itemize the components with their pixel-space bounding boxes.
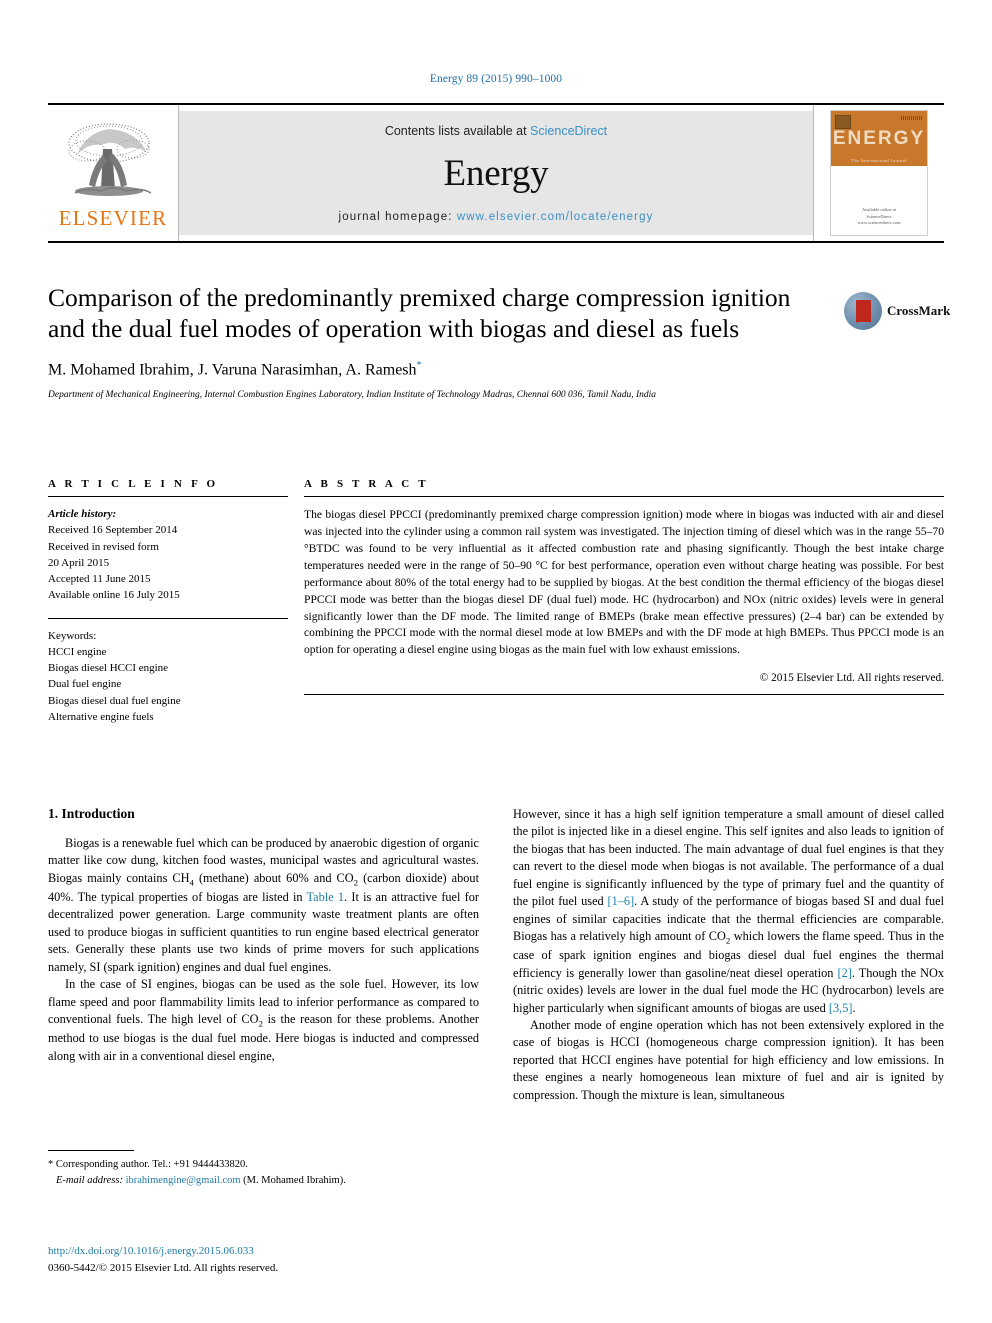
homepage-prefix: journal homepage: [338, 210, 457, 223]
citation-link[interactable]: [1–6] [608, 894, 635, 908]
affiliation: Department of Mechanical Engineering, In… [48, 389, 657, 400]
abstract-copyright: © 2015 Elsevier Ltd. All rights reserved… [759, 672, 944, 685]
cover-footer: Available online at ScienceDirect www.sc… [831, 207, 927, 227]
journal-cover-thumbnail: ENERGY The International Journal Availab… [830, 110, 928, 236]
sciencedirect-link[interactable]: ScienceDirect [530, 124, 607, 138]
paper-page: Energy 89 (2015) 990–1000 ELSEVIER Conte… [0, 0, 992, 1323]
cover-footer-line2: ScienceDirect [866, 213, 892, 219]
contents-available-line: Contents lists available at ScienceDirec… [385, 124, 607, 138]
page-title: Comparison of the predominantly premixed… [48, 283, 791, 344]
email-suffix: (M. Mohamed Ibrahim). [240, 1174, 346, 1186]
keywords-block: Keywords: HCCI engine Biogas diesel HCCI… [48, 619, 288, 726]
footnote-rule [48, 1150, 134, 1151]
footnote-corresponding-text: Corresponding author. Tel.: +91 94444338… [53, 1159, 248, 1170]
para-text: (methane) about 60% and CO [193, 870, 354, 885]
journal-cover-cell: ENERGY The International Journal Availab… [813, 105, 944, 241]
para-text: Another mode of engine operation which h… [513, 1018, 944, 1102]
abstract-rule-bottom [304, 694, 944, 696]
journal-title: Energy [443, 152, 549, 194]
article-info-heading: A R T I C L E I N F O [48, 478, 219, 490]
email-link[interactable]: ibrahimengine@gmail.com [126, 1175, 241, 1186]
authors-text: M. Mohamed Ibrahim, J. Varuna Narasimhan… [48, 361, 417, 379]
crossmark-icon [844, 292, 882, 330]
elsevier-wordmark: ELSEVIER [58, 206, 168, 230]
elsevier-tree-icon [68, 123, 152, 196]
paragraph: However, since it has a high self igniti… [513, 806, 944, 1017]
page-footer: http://dx.doi.org/10.1016/j.energy.2015.… [48, 1243, 548, 1276]
section-heading-introduction: 1. Introduction [48, 806, 135, 821]
cover-title: ENERGY [832, 127, 926, 149]
crossmark-label: CrossMark [887, 303, 951, 318]
article-history-item: 20 April 2015 [48, 556, 110, 569]
elsevier-logo: ELSEVIER [50, 119, 176, 229]
cover-footer-line1: Available online at [862, 206, 896, 212]
body-column-left: 1. Introduction Biogas is a renewable fu… [48, 806, 479, 1104]
cover-footer-line3: www.sciencedirect.com [857, 220, 901, 226]
keywords-label: Keywords: [48, 629, 97, 642]
corresponding-author-marker: * [416, 360, 422, 372]
citation-link[interactable]: [2] [837, 966, 851, 980]
footnote-line-2: E-mail address: ibrahimengine@gmail.com … [48, 1173, 479, 1189]
corresponding-author-footnote: * Corresponding author. Tel.: +91 944443… [48, 1150, 479, 1189]
table-reference-link[interactable]: Table 1 [307, 890, 345, 904]
cover-subtitle: The International Journal [851, 158, 907, 163]
article-history-item: Accepted 11 June 2015 [48, 573, 151, 586]
article-history-item: Received in revised form [48, 540, 159, 553]
keyword-item: Biogas diesel dual fuel engine [48, 694, 181, 707]
article-history-item: Received 16 September 2014 [48, 524, 178, 537]
paragraph: Biogas is a renewable fuel which can be … [48, 835, 479, 976]
abstract-heading: A B S T R A C T [304, 478, 429, 490]
cover-barcode-icon [901, 116, 923, 120]
journal-masthead: ELSEVIER Contents lists available at Sci… [48, 103, 944, 243]
article-history-label: Article history: [48, 508, 117, 520]
publisher-logo-cell: ELSEVIER [48, 105, 179, 241]
citation-link[interactable]: [3,5] [829, 1001, 853, 1015]
contents-prefix: Contents lists available at [384, 123, 531, 138]
body-column-right: However, since it has a high self igniti… [513, 806, 944, 1104]
cover-banner: ENERGY The International Journal [831, 111, 927, 166]
keyword-item: Dual fuel engine [48, 678, 122, 691]
email-address-label: E-mail address: [56, 1174, 123, 1186]
doi-link[interactable]: http://dx.doi.org/10.1016/j.energy.2015.… [48, 1243, 548, 1260]
info-abstract-section: A R T I C L E I N F O Article history: R… [48, 478, 944, 725]
footnote-line-1: * Corresponding author. Tel.: +91 944443… [48, 1157, 479, 1173]
author-list: M. Mohamed Ibrahim, J. Varuna Narasimhan… [48, 360, 944, 379]
issn-copyright-line: 0360-5442/© 2015 Elsevier Ltd. All right… [48, 1261, 279, 1274]
crossmark-badge[interactable]: CrossMark [844, 288, 950, 334]
cover-body: Available online at ScienceDirect www.sc… [831, 166, 927, 235]
keyword-item: Biogas diesel HCCI engine [48, 662, 169, 675]
article-history-block: Article history: Received 16 September 2… [48, 497, 288, 604]
paragraph: In the case of SI engines, biogas can be… [48, 976, 479, 1065]
title-block: Comparison of the predominantly premixed… [48, 282, 950, 402]
abstract-text: The biogas diesel PPCCI (predominantly p… [304, 508, 944, 657]
keyword-item: HCCI engine [48, 645, 107, 658]
paragraph: Another mode of engine operation which h… [513, 1017, 944, 1104]
abstract-column: A B S T R A C T The biogas diesel PPCCI … [304, 478, 944, 725]
para-text: . [852, 1000, 856, 1015]
body-columns: 1. Introduction Biogas is a renewable fu… [48, 806, 944, 1104]
running-head: Energy 89 (2015) 990–1000 [429, 73, 563, 85]
article-history-item: Available online 16 July 2015 [48, 589, 180, 602]
masthead-center: Contents lists available at ScienceDirec… [179, 111, 813, 235]
keyword-item: Alternative engine fuels [48, 710, 154, 723]
homepage-url-link[interactable]: www.elsevier.com/locate/energy [457, 211, 654, 223]
journal-homepage-line: journal homepage: www.elsevier.com/locat… [339, 211, 654, 223]
article-info-column: A R T I C L E I N F O Article history: R… [48, 478, 288, 725]
